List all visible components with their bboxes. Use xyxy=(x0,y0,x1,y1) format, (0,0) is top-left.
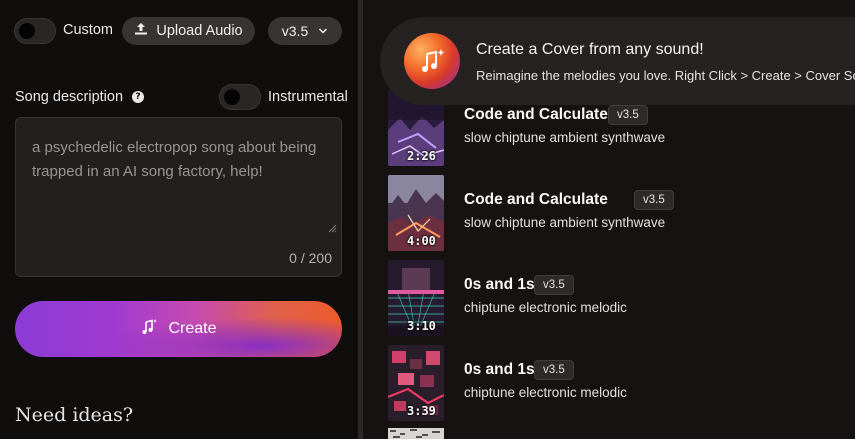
question-icon[interactable]: ? xyxy=(132,91,144,103)
cover-promo-banner[interactable]: Create a Cover from any sound! Reimagine… xyxy=(380,17,855,105)
instrumental-label: Instrumental xyxy=(268,89,348,105)
create-button-label: Create xyxy=(168,320,217,337)
cover-promo-title: Create a Cover from any sound! xyxy=(476,41,704,58)
clip-title[interactable]: 0s and 1s xyxy=(464,361,535,379)
cover-promo-art xyxy=(404,33,460,89)
need-ideas-heading: Need ideas? xyxy=(15,404,134,426)
song-description-input[interactable]: a psychedelic electropop song about bein… xyxy=(15,117,342,277)
song-description-label: Song description xyxy=(15,89,124,105)
clip-title[interactable]: 0s and 1s xyxy=(464,276,535,294)
chevron-down-icon xyxy=(318,23,328,39)
cover-promo-subtitle: Reimagine the melodies you love. Right C… xyxy=(476,68,855,83)
toggle-knob xyxy=(224,89,240,105)
clip-title[interactable]: Code and Calculate xyxy=(464,191,608,209)
clip-duration: 3:10 xyxy=(407,319,436,333)
clip-duration: 4:00 xyxy=(407,234,436,248)
upload-audio-label: Upload Audio xyxy=(156,23,243,39)
song-clip[interactable]: 3:39 0s and 1s v3.5 chiptune electronic … xyxy=(388,345,855,423)
clip-duration: 3:39 xyxy=(407,404,436,418)
create-button[interactable]: Create xyxy=(15,301,342,357)
character-counter: 0 / 200 xyxy=(289,250,332,266)
clip-version-badge: v3.5 xyxy=(534,275,574,295)
song-clip[interactable]: 3:10 0s and 1s v3.5 chiptune electronic … xyxy=(388,260,855,338)
music-sparkle-icon xyxy=(422,49,445,72)
clip-cover-art[interactable] xyxy=(388,428,444,439)
toggle-knob xyxy=(19,23,35,39)
upload-icon xyxy=(134,22,148,40)
custom-toggle[interactable] xyxy=(14,18,56,44)
model-version-select[interactable]: v3.5 xyxy=(268,17,342,45)
clip-version-badge: v3.5 xyxy=(634,190,674,210)
upload-audio-button[interactable]: Upload Audio xyxy=(122,17,255,45)
resize-grip-icon[interactable] xyxy=(327,223,337,233)
clip-version-badge: v3.5 xyxy=(608,105,648,125)
create-panel: Custom Upload Audio v3.5 Song descriptio… xyxy=(0,0,358,439)
clip-tags: slow chiptune ambient synthwave xyxy=(464,130,666,145)
clip-duration: 2:26 xyxy=(407,149,436,163)
song-description-placeholder: a psychedelic electropop song about bein… xyxy=(32,139,317,180)
song-clip[interactable]: 4:00 Code and Calculate v3.5 slow chiptu… xyxy=(388,175,855,253)
clip-version-badge: v3.5 xyxy=(534,360,574,380)
instrumental-toggle[interactable] xyxy=(219,84,261,110)
clip-tags: chiptune electronic melodic xyxy=(464,300,627,315)
clip-title[interactable]: Code and Calculate xyxy=(464,106,608,124)
model-version-label: v3.5 xyxy=(281,23,309,39)
clip-tags: chiptune electronic melodic xyxy=(464,385,627,400)
custom-label: Custom xyxy=(63,22,113,38)
music-sparkle-icon xyxy=(140,318,158,341)
clip-tags: slow chiptune ambient synthwave xyxy=(464,215,666,230)
library-panel: Create a Cover from any sound! Reimagine… xyxy=(363,0,855,439)
